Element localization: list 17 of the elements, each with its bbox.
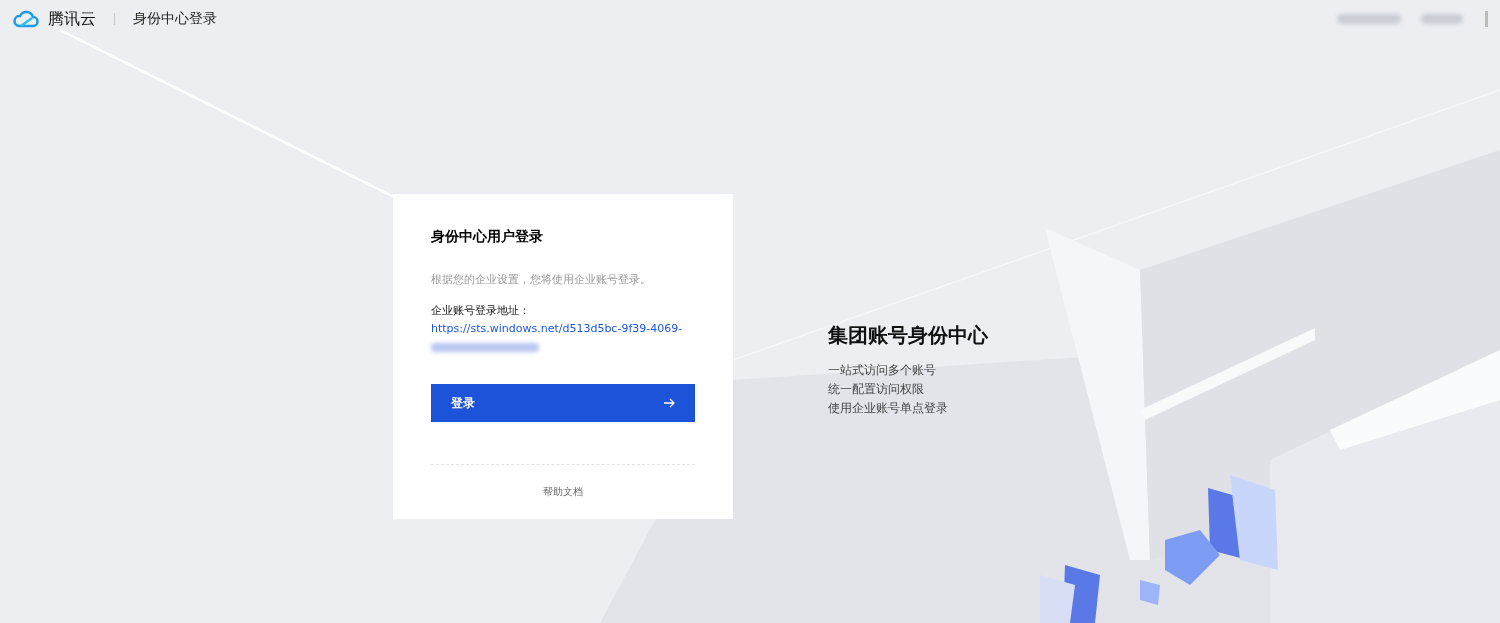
card-title: 身份中心用户登录 xyxy=(431,228,544,246)
cloud-logo-icon xyxy=(12,9,40,29)
brand-name: 腾讯云 xyxy=(48,8,96,30)
notice-text: 根据您的企业设置，您将使用企业账号登录。 xyxy=(431,272,652,287)
feature-line: 统一配置访问权限 xyxy=(828,381,925,398)
arrow-right-icon xyxy=(663,398,675,408)
promo-title: 集团账号身份中心 xyxy=(828,322,988,349)
address-label: 企业账号登录地址： xyxy=(431,303,531,318)
login-button[interactable]: 登录 xyxy=(431,384,695,422)
help-docs-link[interactable]: 帮助文档 xyxy=(543,485,583,499)
blurred-text xyxy=(1337,14,1401,24)
blurred-text xyxy=(1421,14,1463,24)
address-link[interactable]: https://sts.windows.net/d513d5bc-9f39-4069- xyxy=(431,322,695,335)
feature-line: 一站式访问多个账号 xyxy=(828,362,937,379)
page-title: 身份中心登录 xyxy=(133,10,217,28)
feature-line: 使用企业账号单点登录 xyxy=(828,400,949,417)
scrollbar-thumb xyxy=(1485,11,1488,27)
